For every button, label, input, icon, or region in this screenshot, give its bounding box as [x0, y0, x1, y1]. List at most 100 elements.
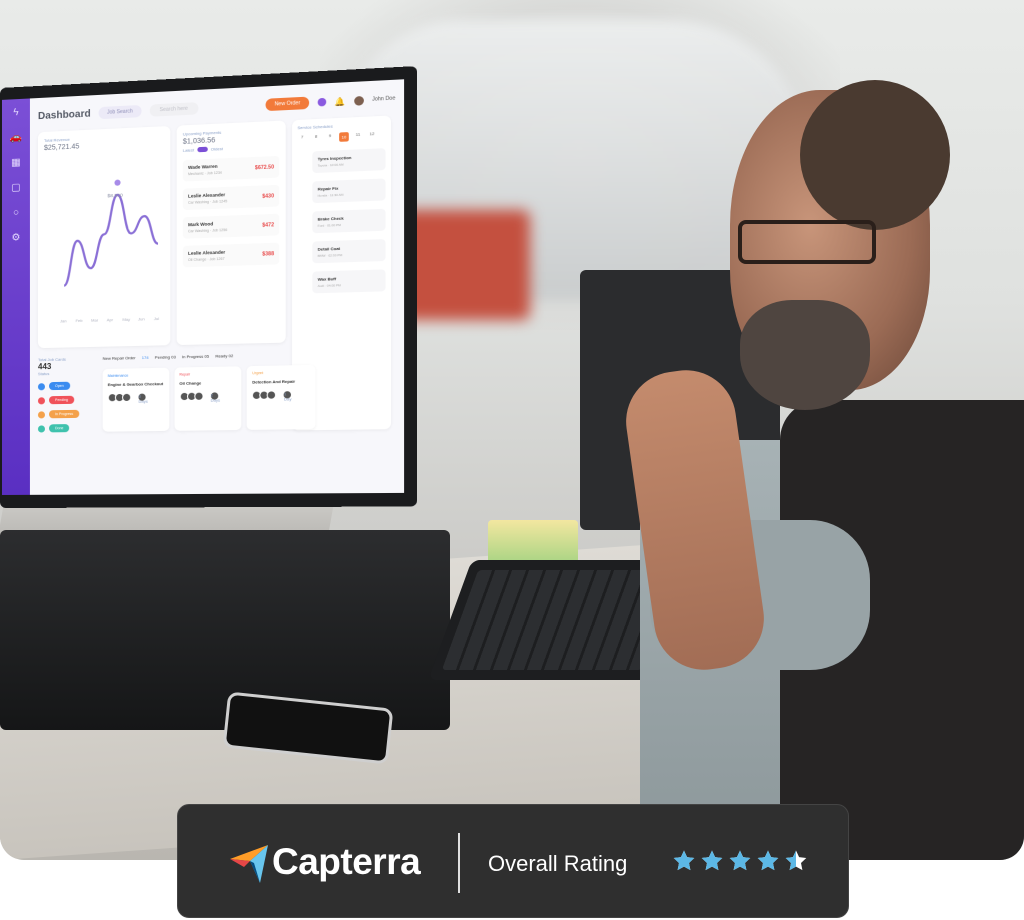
appointment-row[interactable]: Detail Coat BMW · 02:30 PM: [297, 239, 386, 264]
payment-name: Wade Warren: [188, 163, 218, 171]
appointment-row[interactable]: Repair Fix Honda · 11:30 AM: [297, 178, 386, 204]
grid-icon[interactable]: ▦: [11, 157, 20, 168]
appointment-row[interactable]: Tyres Inspection Toyota · 10:00 AM: [297, 148, 386, 174]
settings-icon[interactable]: ⚙: [11, 232, 20, 243]
capterra-rating-badge[interactable]: Capterra Overall Rating: [177, 804, 849, 918]
payment-sub: Car Washing · Job 1256: [188, 227, 228, 234]
status-row[interactable]: Done: [37, 424, 97, 433]
day-10[interactable]: 10: [339, 132, 349, 142]
appointment-row[interactable]: Brake Check Ford · 01:00 PM: [297, 208, 386, 234]
status-row[interactable]: Pending: [37, 395, 97, 405]
payment-info: Leslie Alexander Oil Change · Job 1267: [188, 250, 225, 262]
capterra-brand: Capterra: [272, 841, 421, 882]
order-tab[interactable]: In Progress 05: [182, 354, 209, 360]
payment-row[interactable]: Leslie Alexander Car Washing · Job 1245 $4…: [182, 184, 280, 211]
status-dot: [37, 382, 45, 390]
appointment-card[interactable]: Repair Fix Honda · 11:30 AM: [312, 178, 386, 204]
status-pill[interactable]: In Progress: [49, 409, 80, 419]
payment-sub: Oil Change · Job 1267: [188, 256, 225, 263]
day-7[interactable]: 7: [297, 134, 307, 144]
appointment-sub: Ford · 01:00 PM: [317, 222, 341, 228]
x-tick-label: Jan: [60, 318, 67, 323]
payment-amount: $388: [262, 250, 275, 258]
x-tick-label: Apr: [107, 317, 114, 322]
dashboard-screen: ϟ 🚗 ▦ ▢ ○ ⚙ Dashboard Job Search Search …: [1, 79, 405, 495]
toggle-latest[interactable]: Latest: [183, 147, 194, 153]
chart-tooltip: $8,500: [107, 193, 123, 200]
users-icon[interactable]: ○: [13, 207, 19, 218]
search-input[interactable]: Search here: [149, 102, 199, 117]
status-row[interactable]: In Progress: [37, 409, 97, 419]
monitor: ϟ 🚗 ▦ ▢ ○ ⚙ Dashboard Job Search Search …: [0, 66, 418, 508]
user-name[interactable]: John Doe: [372, 95, 395, 102]
payment-info: Mark Wood Car Washing · Job 1256: [188, 221, 228, 234]
payment-row[interactable]: Leslie Alexander Oil Change · Job 1267 $38…: [182, 242, 280, 268]
revenue-chart: $8,500 Jan Feb Mar Apr May Jun Jul: [44, 179, 164, 323]
day-9[interactable]: 9: [325, 133, 335, 143]
star-rating: [672, 849, 808, 873]
status-pill[interactable]: Open: [49, 381, 70, 391]
payment-name: Mark Wood: [188, 221, 214, 228]
order-tag: Maintenance: [107, 373, 129, 378]
appointment-sub: Honda · 11:30 AM: [317, 192, 344, 198]
payment-amount: $430: [262, 192, 275, 200]
star-full-icon: [701, 850, 723, 871]
bell-icon[interactable]: 🔔: [334, 96, 345, 106]
order-meta: 3 Days: [137, 392, 148, 404]
assignee-avatars: 3 Days: [107, 392, 164, 404]
capterra-logo-icon: [230, 845, 268, 883]
order-tag: Repair: [179, 372, 191, 377]
time-marker: [297, 182, 308, 204]
star-half-icon: [785, 850, 807, 871]
appointment-row[interactable]: Wax Buff Audi · 04:00 PM: [297, 269, 386, 294]
day-11[interactable]: 11: [353, 131, 363, 141]
payment-info: Leslie Alexander Car Washing · Job 1245: [188, 192, 227, 205]
toggle-oldest[interactable]: Oldest: [211, 146, 223, 152]
day-12[interactable]: 12: [367, 131, 377, 141]
payment-name: Leslie Alexander: [188, 192, 226, 199]
star-full-icon: [673, 850, 695, 871]
status-pill[interactable]: Done: [49, 424, 70, 433]
appointment-card[interactable]: Detail Coat BMW · 02:30 PM: [312, 239, 386, 264]
appointment-card[interactable]: Brake Check Ford · 01:00 PM: [312, 208, 386, 234]
sort-toggle[interactable]: [197, 146, 208, 153]
assignee-avatars: 2 Days: [179, 391, 236, 403]
payment-sub: Car Washing · Job 1245: [188, 199, 228, 205]
new-order-button[interactable]: New Order: [266, 96, 309, 112]
job-search-pill[interactable]: Job Search: [98, 104, 142, 120]
time-marker: [297, 272, 308, 294]
logo-icon: ϟ: [13, 107, 19, 119]
orders-count: 174: [141, 354, 149, 361]
highlight-point[interactable]: [114, 179, 121, 186]
man-at-desk: [619, 80, 1024, 860]
appointment-name: Detail Coat: [317, 245, 341, 252]
avatar[interactable]: [353, 95, 364, 106]
order-tab[interactable]: Pending 03: [155, 354, 176, 360]
job-cards-panel: Total Job Cards 443 Status Open Pending In…: [37, 356, 97, 433]
car-icon[interactable]: 🚗: [10, 132, 22, 144]
payment-row[interactable]: Mark Wood Car Washing · Job 1256 $472: [182, 213, 280, 239]
order-title: Detection And Repair: [252, 378, 296, 385]
order-tab[interactable]: Ready 02: [215, 353, 233, 359]
order-card[interactable]: Urgent Detection And Repair 1 Day: [246, 364, 316, 430]
repair-orders-panel: New Repair Order 174 Pending 03 In Progre…: [102, 351, 316, 432]
assignee-avatars: 1 Day: [252, 390, 310, 402]
order-card[interactable]: Repair Oil Change 2 Days: [174, 366, 242, 431]
appointment-sub: Toyota · 10:00 AM: [317, 162, 344, 168]
background-photo: ϟ 🚗 ▦ ▢ ○ ⚙ Dashboard Job Search Search …: [0, 0, 1024, 860]
status-row[interactable]: Open: [37, 381, 97, 391]
payment-name: Leslie Alexander: [188, 249, 226, 256]
day-8[interactable]: 8: [311, 133, 321, 143]
order-card[interactable]: Maintenance Engine & Gearbox Checkout 3 Da…: [102, 367, 170, 432]
page-title: Dashboard: [37, 107, 91, 122]
payment-row[interactable]: Wade Warren Mechanic · Job 1234 $672.50: [182, 155, 280, 182]
appointment-card[interactable]: Tyres Inspection Toyota · 10:00 AM: [312, 148, 386, 174]
revenue-card: Total Revenue $25,721.45 $8,500 Jan Feb Mar…: [37, 125, 171, 349]
status-pill[interactable]: Pending: [49, 395, 75, 405]
day-picker: 7 8 9 10 11 12: [297, 130, 385, 143]
appointment-card[interactable]: Wax Buff Audi · 04:00 PM: [312, 269, 386, 294]
status-dot[interactable]: [317, 97, 326, 107]
time-marker: [297, 212, 308, 234]
calendar-icon[interactable]: ▢: [11, 182, 20, 193]
glasses: [738, 220, 876, 264]
